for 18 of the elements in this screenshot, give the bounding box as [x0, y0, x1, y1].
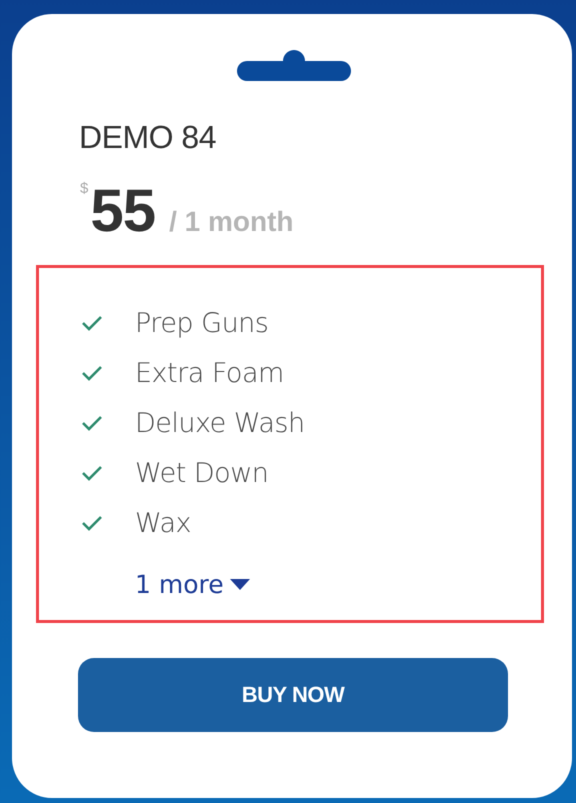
- plan-title: DEMO 84: [79, 119, 217, 156]
- feature-label: Extra Foam: [135, 358, 284, 388]
- feature-label: Wet Down: [135, 458, 268, 488]
- caret-icon: [230, 578, 250, 590]
- check-icon: [81, 365, 103, 381]
- check-icon: [81, 515, 103, 531]
- check-icon: [81, 465, 103, 481]
- feature-label: Prep Guns: [135, 308, 268, 338]
- buy-now-button[interactable]: BUY NOW: [78, 658, 508, 732]
- show-more-link[interactable]: 1 more: [135, 570, 250, 599]
- feature-label: Deluxe Wash: [135, 408, 305, 438]
- currency-symbol: $: [80, 180, 88, 197]
- check-icon: [81, 315, 103, 331]
- card-tab-icon: [235, 47, 353, 81]
- price-amount: 55: [90, 176, 156, 245]
- check-icon: [81, 415, 103, 431]
- price-period: / 1 month: [169, 206, 294, 238]
- feature-label: Wax: [135, 508, 191, 538]
